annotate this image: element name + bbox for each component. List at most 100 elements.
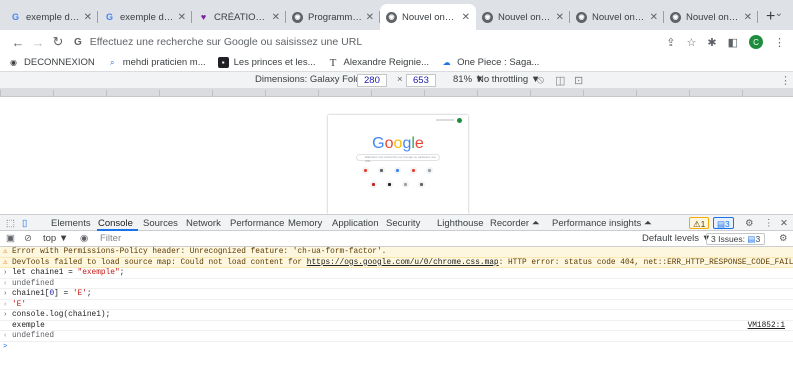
device-toggle-icon[interactable]: ▯ xyxy=(22,218,27,229)
log-entry-input: › console.log(chaine1); xyxy=(0,310,793,321)
gear-icon[interactable]: ⚙ xyxy=(779,233,788,244)
omnibox[interactable]: G Effectuez une recherche sur Google ou … xyxy=(74,32,656,52)
close-icon[interactable]: ✕ xyxy=(556,12,564,23)
close-icon[interactable]: ✕ xyxy=(744,12,752,23)
code: ; xyxy=(86,290,92,298)
avatar[interactable]: C xyxy=(749,35,763,49)
issues-button[interactable]: 3 Issues: ▤3 xyxy=(706,233,766,245)
tab-lighthouse[interactable]: Lighthouse xyxy=(437,218,483,229)
close-icon[interactable]: ✕ xyxy=(366,12,374,23)
tab-security[interactable]: Security xyxy=(386,218,420,229)
dual-screen-icon[interactable]: ◫ xyxy=(555,74,565,87)
console-prompt[interactable]: > xyxy=(0,342,793,353)
avatar xyxy=(457,118,462,123)
bookmark-item[interactable]: ⌕ mehdi praticien m... xyxy=(107,57,206,68)
tab-3[interactable]: ◉ Programmatic ✕ xyxy=(286,4,380,30)
tab-network[interactable]: Network xyxy=(186,218,221,229)
kebab-menu-icon[interactable]: ⋮ xyxy=(780,74,791,87)
eye-icon[interactable]: ◉ xyxy=(80,233,88,244)
book-icon: ▪ xyxy=(217,57,229,68)
close-icon[interactable]: ✕ xyxy=(462,12,470,23)
console-toolbar: ▣ ⊘ top ▼ ◉ Filter Default levels ▼ 3 Is… xyxy=(0,231,793,247)
close-icon[interactable]: ✕ xyxy=(272,12,280,23)
sidebar-toggle-icon[interactable]: ▣ xyxy=(6,233,15,244)
shortcut-icon[interactable] xyxy=(386,181,393,188)
bookmark-label: mehdi praticien m... xyxy=(122,57,206,68)
height-input[interactable]: 653 xyxy=(406,74,436,87)
log-message: exemple xyxy=(12,321,45,330)
result-arrow-icon: ‹ xyxy=(3,332,8,340)
shortcut-icon[interactable] xyxy=(370,181,377,188)
gear-icon[interactable]: ⚙ xyxy=(745,218,754,229)
inspect-icon[interactable]: ⬚ xyxy=(6,218,15,229)
input-chevron-icon: › xyxy=(3,311,8,319)
ruler-tick xyxy=(53,90,54,96)
reload-icon[interactable]: ↻ xyxy=(48,34,68,50)
shortcut-icon[interactable] xyxy=(402,181,409,188)
code: let chaine1 = xyxy=(12,269,78,277)
clear-console-icon[interactable]: ⊘ xyxy=(24,233,32,244)
warning-count: 1 xyxy=(700,219,706,229)
rotate-icon[interactable]: ⦸ xyxy=(537,74,544,87)
width-input[interactable]: 280 xyxy=(357,74,387,87)
chevron-down-icon[interactable]: ⌄ xyxy=(775,8,783,19)
tab-5[interactable]: ◉ Nouvel onglet ✕ xyxy=(476,4,570,30)
warning-badge[interactable]: ⚠1 xyxy=(689,217,710,229)
extensions-icon[interactable]: ✱ xyxy=(707,36,716,49)
throttling-select[interactable]: No throttling ▼ xyxy=(477,74,540,85)
tab-recorder[interactable]: Recorder ⏶ xyxy=(490,218,539,229)
filter-input[interactable]: Filter xyxy=(100,233,121,244)
result-value: undefined xyxy=(12,279,55,288)
sidepanel-icon[interactable]: ◧ xyxy=(728,36,738,49)
close-icon[interactable]: ✕ xyxy=(780,218,788,229)
shortcut-icon[interactable] xyxy=(410,167,417,174)
tab-2[interactable]: ♥ CRÉATION GR✕ xyxy=(192,4,286,30)
bookmark-item[interactable]: T Alexandre Reignie... xyxy=(328,57,429,69)
bookmark-item[interactable]: ▪ Les princes et les... xyxy=(217,57,316,68)
code: ] = xyxy=(54,290,73,298)
context-select[interactable]: top ▼ xyxy=(43,233,68,244)
search-input[interactable]: Effectuez une recherche sur Google ou sa… xyxy=(356,154,440,163)
tab-7[interactable]: ◉ Nouvel onglet ✕ xyxy=(664,4,758,30)
ruler-tick xyxy=(530,90,531,96)
header-links xyxy=(436,119,454,121)
kebab-menu-icon[interactable]: ⋮ xyxy=(774,36,785,49)
source-link[interactable]: VM1852:1 xyxy=(748,321,785,331)
kebab-menu-icon[interactable]: ⋮ xyxy=(764,218,774,229)
bookmark-item[interactable]: ☁ One Piece : Saga... xyxy=(441,57,540,68)
source-map-link[interactable]: https://ogs.google.com/u/0/chrome.css.ma… xyxy=(307,259,499,267)
shortcut-icon[interactable] xyxy=(426,167,433,174)
tab-console[interactable]: Console xyxy=(98,218,133,229)
close-icon[interactable]: ✕ xyxy=(84,12,92,23)
tab-4[interactable]: ◉ Nouvel onglet ✕ xyxy=(380,4,476,30)
close-icon[interactable]: ✕ xyxy=(650,12,658,23)
back-arrow-icon[interactable]: ← xyxy=(8,35,28,50)
posture-icon[interactable]: ⊡ xyxy=(574,74,583,87)
tab-sources[interactable]: Sources xyxy=(143,218,178,229)
chrome-icon: ◉ xyxy=(482,11,493,23)
tab-elements[interactable]: Elements xyxy=(51,218,91,229)
star-icon[interactable]: ☆ xyxy=(687,36,697,49)
tab-1[interactable]: Gexemple de ty ✕ xyxy=(98,4,192,30)
share-icon[interactable]: ⇪ xyxy=(666,36,675,49)
levels-select[interactable]: Default levels ▼ xyxy=(642,233,711,244)
tab-performance[interactable]: Performance xyxy=(230,218,284,229)
shortcut-icon[interactable] xyxy=(362,167,369,174)
ruler-tick xyxy=(212,90,213,96)
close-icon[interactable]: ✕ xyxy=(178,12,186,23)
tab-0[interactable]: Gexemple de si ✕ xyxy=(4,4,98,30)
result-arrow-icon: ‹ xyxy=(3,300,8,309)
forward-arrow-icon[interactable]: → xyxy=(28,35,48,50)
tab-application[interactable]: Application xyxy=(332,218,378,229)
bookmark-item[interactable]: ◉ DECONNEXION xyxy=(8,57,95,68)
ruler-tick xyxy=(689,90,690,96)
tab-title: Nouvel onglet xyxy=(402,11,459,23)
tab-memory[interactable]: Memory xyxy=(288,218,322,229)
device-select[interactable]: Dimensions: Galaxy Fold ▼ xyxy=(255,74,373,85)
tab-6[interactable]: ◉ Nouvel onglet ✕ xyxy=(570,4,664,30)
add-shortcut-icon[interactable] xyxy=(418,181,425,188)
shortcut-icon[interactable] xyxy=(394,167,401,174)
shortcut-icon[interactable] xyxy=(378,167,385,174)
tab-performance-insights[interactable]: Performance insights ⏶ xyxy=(552,218,651,229)
message-badge[interactable]: ▤3 xyxy=(713,217,734,229)
